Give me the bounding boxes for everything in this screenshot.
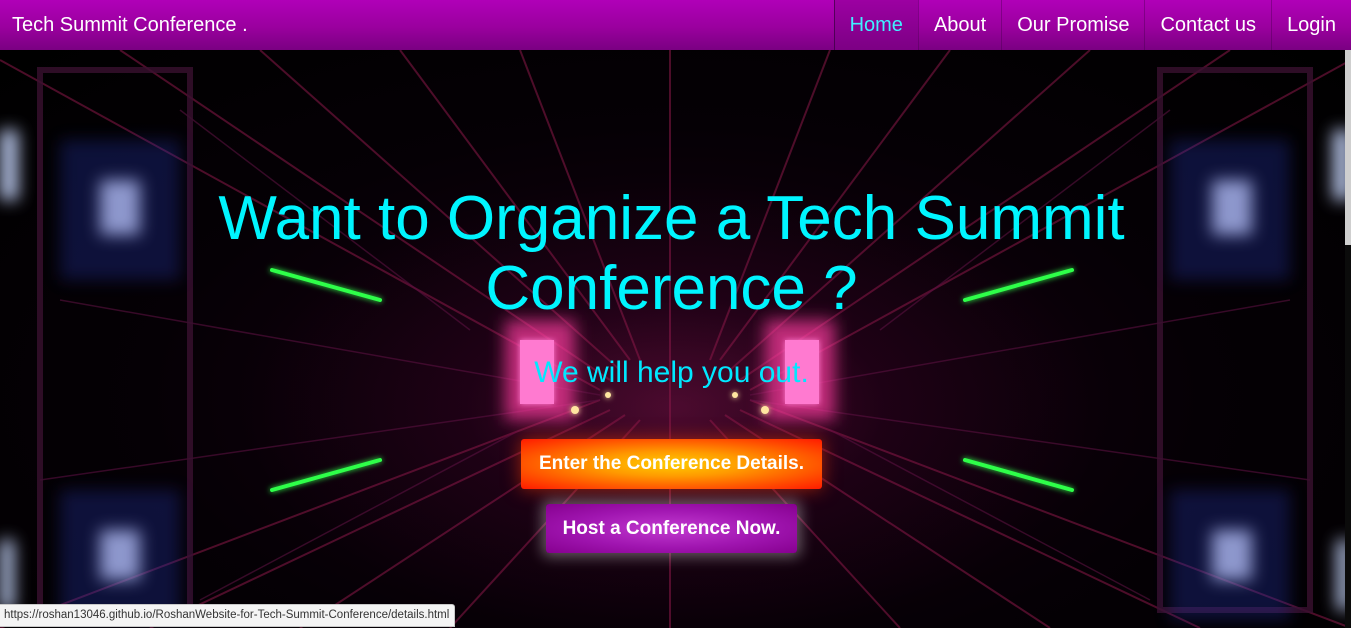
top-navbar: Tech Summit Conference . Home About Our … xyxy=(0,0,1351,50)
nav-item-home[interactable]: Home xyxy=(833,0,918,50)
link-status-url: https://roshan13046.github.io/RoshanWebs… xyxy=(0,604,456,627)
hero-headline: Want to Organize a Tech Summit Conferenc… xyxy=(0,184,1343,324)
page: Tech Summit Conference . Home About Our … xyxy=(0,0,1351,628)
enter-conference-details-button[interactable]: Enter the Conference Details. xyxy=(521,439,822,489)
page-scrollbar[interactable] xyxy=(1345,50,1351,628)
scrollbar-thumb[interactable] xyxy=(1345,50,1351,245)
nav-item-contact-us[interactable]: Contact us xyxy=(1144,0,1271,50)
nav-item-our-promise[interactable]: Our Promise xyxy=(1001,0,1144,50)
nav-item-about[interactable]: About xyxy=(917,0,1001,50)
hero-headline-line-1: Want to Organize a Tech Summit xyxy=(218,184,1125,253)
host-conference-button[interactable]: Host a Conference Now. xyxy=(546,504,797,553)
site-brand[interactable]: Tech Summit Conference . xyxy=(12,0,248,50)
hero-subline: We will help you out. xyxy=(534,356,809,389)
hero-headline-line-2: Conference ? xyxy=(485,254,858,323)
nav-menu: Home About Our Promise Contact us Login xyxy=(833,0,1351,50)
nav-item-login[interactable]: Login xyxy=(1271,0,1351,50)
